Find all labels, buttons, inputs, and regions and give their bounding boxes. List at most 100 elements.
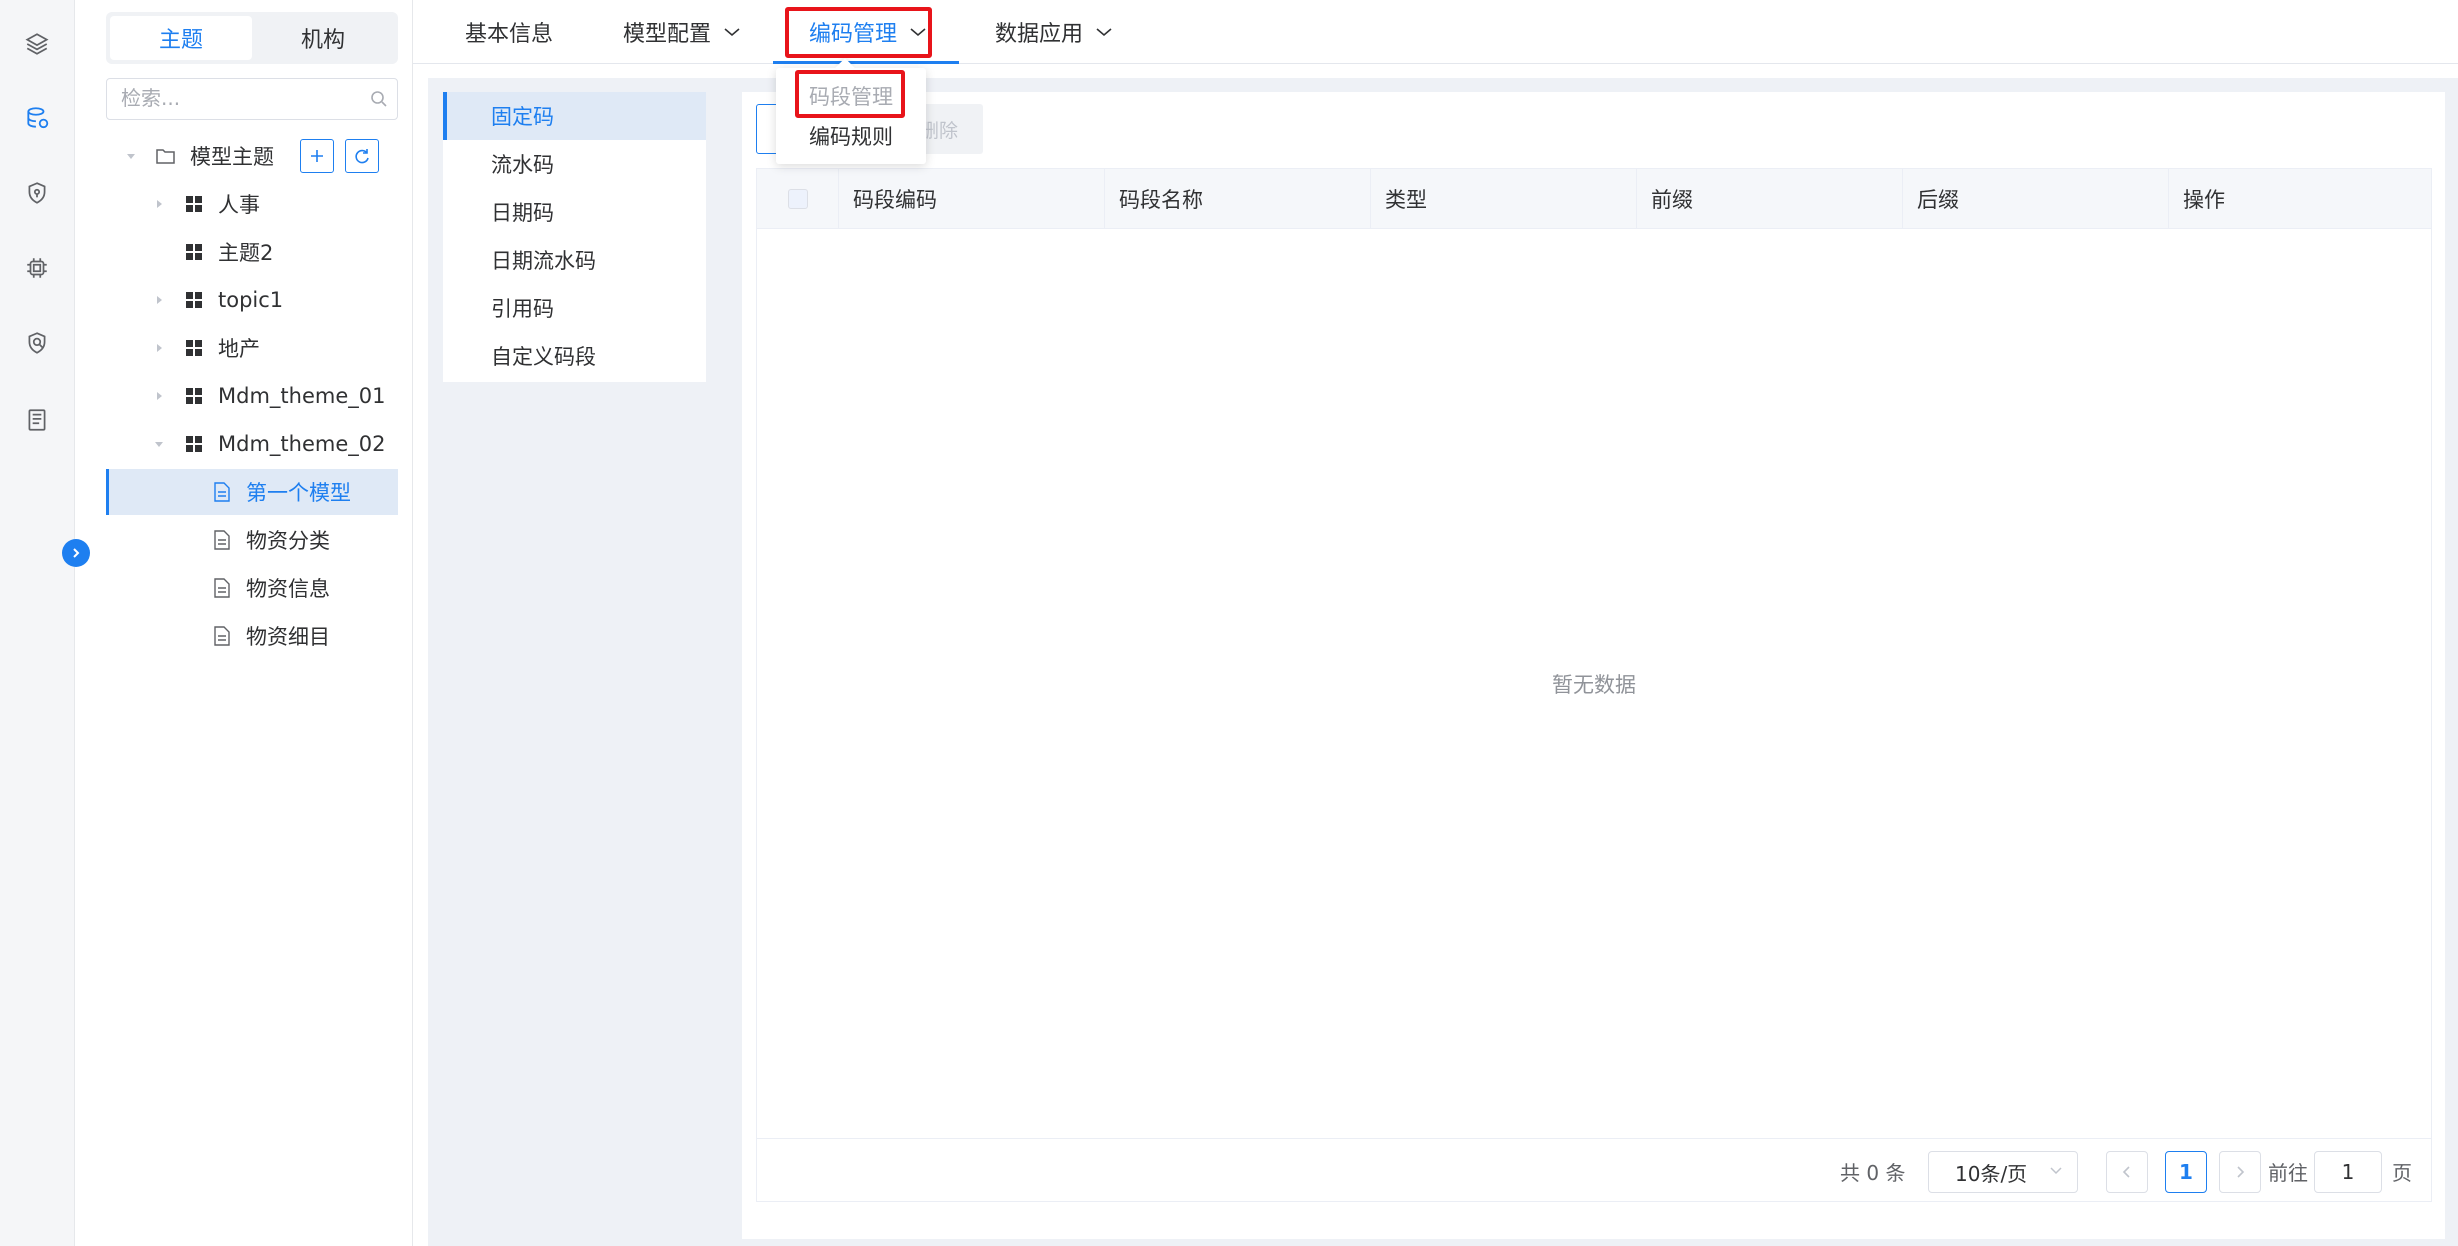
tab-label: 基本信息 <box>465 22 554 47</box>
tree-leaf-label: 物资分类 <box>246 529 330 553</box>
column-header: 码段编码 <box>839 169 1105 229</box>
tab-basic-info[interactable]: 基本信息 <box>465 0 553 64</box>
grid-icon <box>184 434 204 454</box>
search-icon[interactable] <box>369 89 389 109</box>
tree-search <box>106 78 398 120</box>
caret-right-icon[interactable] <box>152 341 166 355</box>
segment-org[interactable]: 机构 <box>252 16 394 60</box>
select-all-checkbox[interactable] <box>787 189 808 209</box>
column-header: 类型 <box>1371 169 1637 229</box>
tree-node[interactable]: 地产 <box>106 325 398 371</box>
active-tab-indicator <box>773 61 959 64</box>
tree-leaf-label: 物资信息 <box>246 577 330 601</box>
tree-leaf[interactable]: 第一个模型 <box>106 469 398 515</box>
refresh-tree-button[interactable] <box>345 139 379 173</box>
subnav-date-code[interactable]: 日期码 <box>443 188 706 236</box>
segment-table: 码段编码 码段名称 类型 前缀 后缀 操作 暂无数据 <box>756 168 2432 1202</box>
tree-node[interactable]: 人事 <box>106 181 398 227</box>
chevron-left-icon <box>2122 1166 2130 1178</box>
page-size-value: 10条/页 <box>1955 1161 2028 1186</box>
document-icon <box>212 578 232 598</box>
tree-node[interactable]: 主题2 <box>106 229 398 275</box>
chevron-right-icon <box>73 548 80 558</box>
chevron-down-icon <box>2050 1167 2062 1175</box>
tab-data-application[interactable]: 数据应用 <box>995 0 1113 64</box>
tree-node-label: Mdm_theme_01 <box>218 384 386 408</box>
subnav-custom-segment[interactable]: 自定义码段 <box>443 332 706 380</box>
add-node-button[interactable] <box>300 139 334 173</box>
tree-node[interactable]: Mdm_theme_01 <box>106 373 398 419</box>
tree-root-label: 模型主题 <box>190 145 274 169</box>
grid-icon <box>184 386 204 406</box>
chip-icon[interactable] <box>22 253 52 283</box>
prev-page-button[interactable] <box>2106 1151 2148 1193</box>
folder-icon <box>156 146 176 166</box>
top-tab-bar: 基本信息 模型配置 编码管理 数据应用 <box>413 0 2458 64</box>
pagination-total: 共 0 条 <box>1840 1160 1906 1185</box>
column-header: 前缀 <box>1637 169 1903 229</box>
subnav-fixed-code[interactable]: 固定码 <box>443 92 706 140</box>
caret-down-icon[interactable] <box>124 149 138 163</box>
grid-icon <box>184 194 204 214</box>
pagination: 共 0 条 10条/页 1 前往 页 <box>756 1138 2432 1202</box>
subnav-reference-code[interactable]: 引用码 <box>443 284 706 332</box>
select-all-cell <box>757 169 839 229</box>
layers-icon[interactable] <box>22 29 52 59</box>
tree-leaf[interactable]: 物资信息 <box>106 565 398 611</box>
chevron-down-icon <box>1096 28 1112 37</box>
grid-icon <box>184 290 204 310</box>
document-icon <box>212 626 232 646</box>
grid-icon <box>184 242 204 262</box>
column-header: 操作 <box>2183 188 2225 212</box>
page-unit-label: 页 <box>2392 1160 2412 1185</box>
tree-leaf[interactable]: 物资分类 <box>106 517 398 563</box>
page-number-button[interactable]: 1 <box>2165 1151 2207 1193</box>
tree-node-label: Mdm_theme_02 <box>218 432 386 456</box>
refresh-icon <box>355 149 369 164</box>
tree-leaf-label: 物资细目 <box>246 625 330 649</box>
tree-panel: 主题 机构 模型主题 人事 主题2 topic1 地产 Md <box>75 0 413 1246</box>
shield-icon[interactable] <box>22 178 52 208</box>
caret-right-icon[interactable] <box>152 197 166 211</box>
document-icon <box>212 530 232 550</box>
tab-model-config[interactable]: 模型配置 <box>623 0 741 64</box>
tree-leaf[interactable]: 物资细目 <box>106 613 398 659</box>
segment-switch: 主题 机构 <box>106 12 398 64</box>
caret-right-icon[interactable] <box>152 389 166 403</box>
empty-state-text: 暂无数据 <box>1552 673 1636 697</box>
column-header: 码段名称 <box>1105 169 1371 229</box>
chevron-down-icon <box>724 28 740 37</box>
highlight-box-menu-item <box>795 70 905 118</box>
code-type-nav: 固定码 流水码 日期码 日期流水码 引用码 自定义码段 <box>443 92 706 382</box>
tree-search-input[interactable] <box>107 79 347 117</box>
menu-item-coding-rules[interactable]: 编码规则 <box>776 116 926 156</box>
tab-label: 模型配置 <box>623 22 712 47</box>
tree-node[interactable]: Mdm_theme_02 <box>106 421 398 467</box>
caret-right-icon[interactable] <box>152 293 166 307</box>
chevron-right-icon <box>2237 1166 2245 1178</box>
icon-rail <box>0 0 75 1246</box>
goto-label: 前往 <box>2268 1160 2308 1185</box>
subnav-serial-code[interactable]: 流水码 <box>443 140 706 188</box>
tab-label: 数据应用 <box>995 22 1084 47</box>
highlight-box-tab <box>785 7 932 58</box>
tree-leaf-label: 第一个模型 <box>246 481 351 505</box>
plus-icon <box>311 150 323 162</box>
page-size-select[interactable]: 10条/页 <box>1928 1151 2078 1193</box>
column-header: 后缀 <box>1903 169 2169 229</box>
goto-page-input[interactable] <box>2314 1151 2382 1193</box>
document-list-icon[interactable] <box>22 405 52 435</box>
table-header: 码段编码 码段名称 类型 前缀 后缀 操作 <box>757 169 2431 229</box>
tree-node-label: 地产 <box>218 337 260 361</box>
tree-node[interactable]: topic1 <box>106 277 398 323</box>
segment-topic[interactable]: 主题 <box>110 16 252 60</box>
tree-node-label: topic1 <box>218 288 284 312</box>
security-target-icon[interactable] <box>22 328 52 358</box>
next-page-button[interactable] <box>2219 1151 2261 1193</box>
subnav-date-serial-code[interactable]: 日期流水码 <box>443 236 706 284</box>
database-icon[interactable] <box>22 103 52 133</box>
expand-sidebar-button[interactable] <box>62 539 90 567</box>
tree-node-label: 人事 <box>218 193 260 217</box>
caret-down-icon[interactable] <box>152 437 166 451</box>
tree-node-label: 主题2 <box>218 241 274 265</box>
